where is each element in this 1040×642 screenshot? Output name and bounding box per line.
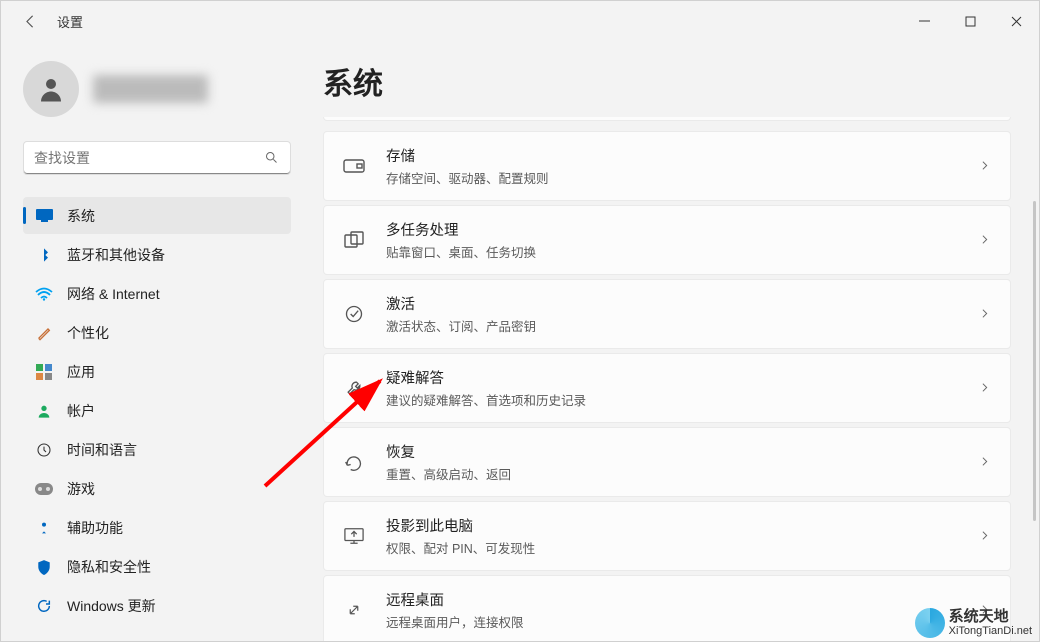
minimize-button[interactable] bbox=[901, 5, 947, 37]
back-button[interactable] bbox=[21, 12, 39, 30]
section-title: 远程桌面 bbox=[386, 589, 978, 610]
section-title: 恢复 bbox=[386, 441, 978, 462]
maximize-button[interactable] bbox=[947, 5, 993, 37]
project-icon bbox=[342, 524, 366, 548]
section-subtitle: 建议的疑难解答、首选项和历史记录 bbox=[386, 390, 978, 409]
watermark: 系统天地 XiTongTianDi.net bbox=[915, 608, 1032, 638]
profile-name-blurred bbox=[93, 75, 208, 103]
sidebar-item-5[interactable]: 帐户 bbox=[23, 392, 291, 429]
chevron-right-icon bbox=[978, 381, 992, 395]
nav-icon bbox=[35, 480, 53, 498]
sidebar-item-2[interactable]: 网络 & Internet bbox=[23, 275, 291, 312]
nav-label: 蓝牙和其他设备 bbox=[67, 245, 165, 265]
recovery-icon bbox=[342, 450, 366, 474]
sidebar-item-0[interactable]: 系统 bbox=[23, 197, 291, 234]
app-title: 设置 bbox=[57, 12, 83, 31]
nav-label: 隐私和安全性 bbox=[67, 557, 151, 577]
content-area: 系统 存储 存储空间、驱动器、配置规则 多任务处理 贴靠窗口、桌面、任务切换 激… bbox=[301, 41, 1039, 641]
troubleshoot-icon bbox=[342, 376, 366, 400]
sidebar: 系统蓝牙和其他设备网络 & Internet 个性化应用帐户时间和语言游戏辅助功能… bbox=[1, 41, 301, 641]
sidebar-item-8[interactable]: 辅助功能 bbox=[23, 509, 291, 546]
section-subtitle: 贴靠窗口、桌面、任务切换 bbox=[386, 242, 978, 261]
sidebar-item-6[interactable]: 时间和语言 bbox=[23, 431, 291, 468]
section-project[interactable]: 投影到此电脑 权限、配对 PIN、可发现性 bbox=[323, 501, 1011, 571]
section-subtitle: 存储空间、驱动器、配置规则 bbox=[386, 168, 978, 187]
section-remote[interactable]: 远程桌面 远程桌面用户，连接权限 bbox=[323, 575, 1011, 641]
section-subtitle: 权限、配对 PIN、可发现性 bbox=[386, 538, 978, 557]
watermark-logo bbox=[915, 608, 945, 638]
nav-icon bbox=[35, 363, 53, 381]
section-title: 存储 bbox=[386, 145, 978, 166]
storage-icon bbox=[342, 154, 366, 178]
chevron-right-icon bbox=[978, 307, 992, 321]
sidebar-item-1[interactable]: 蓝牙和其他设备 bbox=[23, 236, 291, 273]
search-icon bbox=[264, 150, 280, 166]
section-storage[interactable]: 存储 存储空间、驱动器、配置规则 bbox=[323, 131, 1011, 201]
section-title: 多任务处理 bbox=[386, 219, 978, 240]
avatar bbox=[23, 61, 79, 117]
section-troubleshoot[interactable]: 疑难解答 建议的疑难解答、首选项和历史记录 bbox=[323, 353, 1011, 423]
scrollbar[interactable] bbox=[1033, 201, 1036, 521]
close-button[interactable] bbox=[993, 5, 1039, 37]
user-profile[interactable] bbox=[23, 61, 301, 117]
sidebar-item-3[interactable]: 个性化 bbox=[23, 314, 291, 351]
section-multitask[interactable]: 多任务处理 贴靠窗口、桌面、任务切换 bbox=[323, 205, 1011, 275]
nav-label: 应用 bbox=[67, 362, 95, 382]
sidebar-item-7[interactable]: 游戏 bbox=[23, 470, 291, 507]
sidebar-item-9[interactable]: 隐私和安全性 bbox=[23, 548, 291, 585]
nav-label: 系统 bbox=[67, 206, 95, 226]
sidebar-item-4[interactable]: 应用 bbox=[23, 353, 291, 390]
section-title: 疑难解答 bbox=[386, 367, 978, 388]
sidebar-item-10[interactable]: Windows 更新 bbox=[23, 587, 291, 624]
section-subtitle: 远程桌面用户，连接权限 bbox=[386, 612, 978, 631]
titlebar: 设置 bbox=[1, 1, 1039, 41]
nav-label: 游戏 bbox=[67, 479, 95, 499]
section-recovery[interactable]: 恢复 重置、高级启动、返回 bbox=[323, 427, 1011, 497]
nav-label: 网络 & Internet bbox=[67, 284, 160, 304]
nav-icon bbox=[35, 597, 53, 615]
nav-label: 个性化 bbox=[67, 323, 109, 343]
section-title: 投影到此电脑 bbox=[386, 515, 978, 536]
multitask-icon bbox=[342, 228, 366, 252]
section-activation[interactable]: 激活 激活状态、订阅、产品密钥 bbox=[323, 279, 1011, 349]
nav-label: Windows 更新 bbox=[67, 596, 156, 616]
nav-icon bbox=[35, 246, 53, 264]
section-title: 激活 bbox=[386, 293, 978, 314]
page-title: 系统 bbox=[323, 59, 1011, 103]
nav-icon bbox=[35, 402, 53, 420]
chevron-right-icon bbox=[978, 529, 992, 543]
activation-icon bbox=[342, 302, 366, 326]
nav-icon bbox=[35, 324, 53, 342]
nav-icon bbox=[35, 441, 53, 459]
chevron-right-icon bbox=[978, 159, 992, 173]
nav-icon bbox=[35, 285, 53, 303]
chevron-right-icon bbox=[978, 233, 992, 247]
section-subtitle: 重置、高级启动、返回 bbox=[386, 464, 978, 483]
nav-icon bbox=[35, 207, 53, 225]
nav-label: 帐户 bbox=[67, 401, 95, 421]
nav-label: 辅助功能 bbox=[67, 518, 123, 538]
chevron-right-icon bbox=[978, 455, 992, 469]
remote-icon bbox=[342, 598, 366, 622]
nav-icon bbox=[35, 558, 53, 576]
search-input[interactable] bbox=[34, 150, 264, 166]
nav-icon bbox=[35, 519, 53, 537]
nav-label: 时间和语言 bbox=[67, 440, 137, 460]
section-subtitle: 激活状态、订阅、产品密钥 bbox=[386, 316, 978, 335]
search-box[interactable] bbox=[23, 141, 291, 175]
